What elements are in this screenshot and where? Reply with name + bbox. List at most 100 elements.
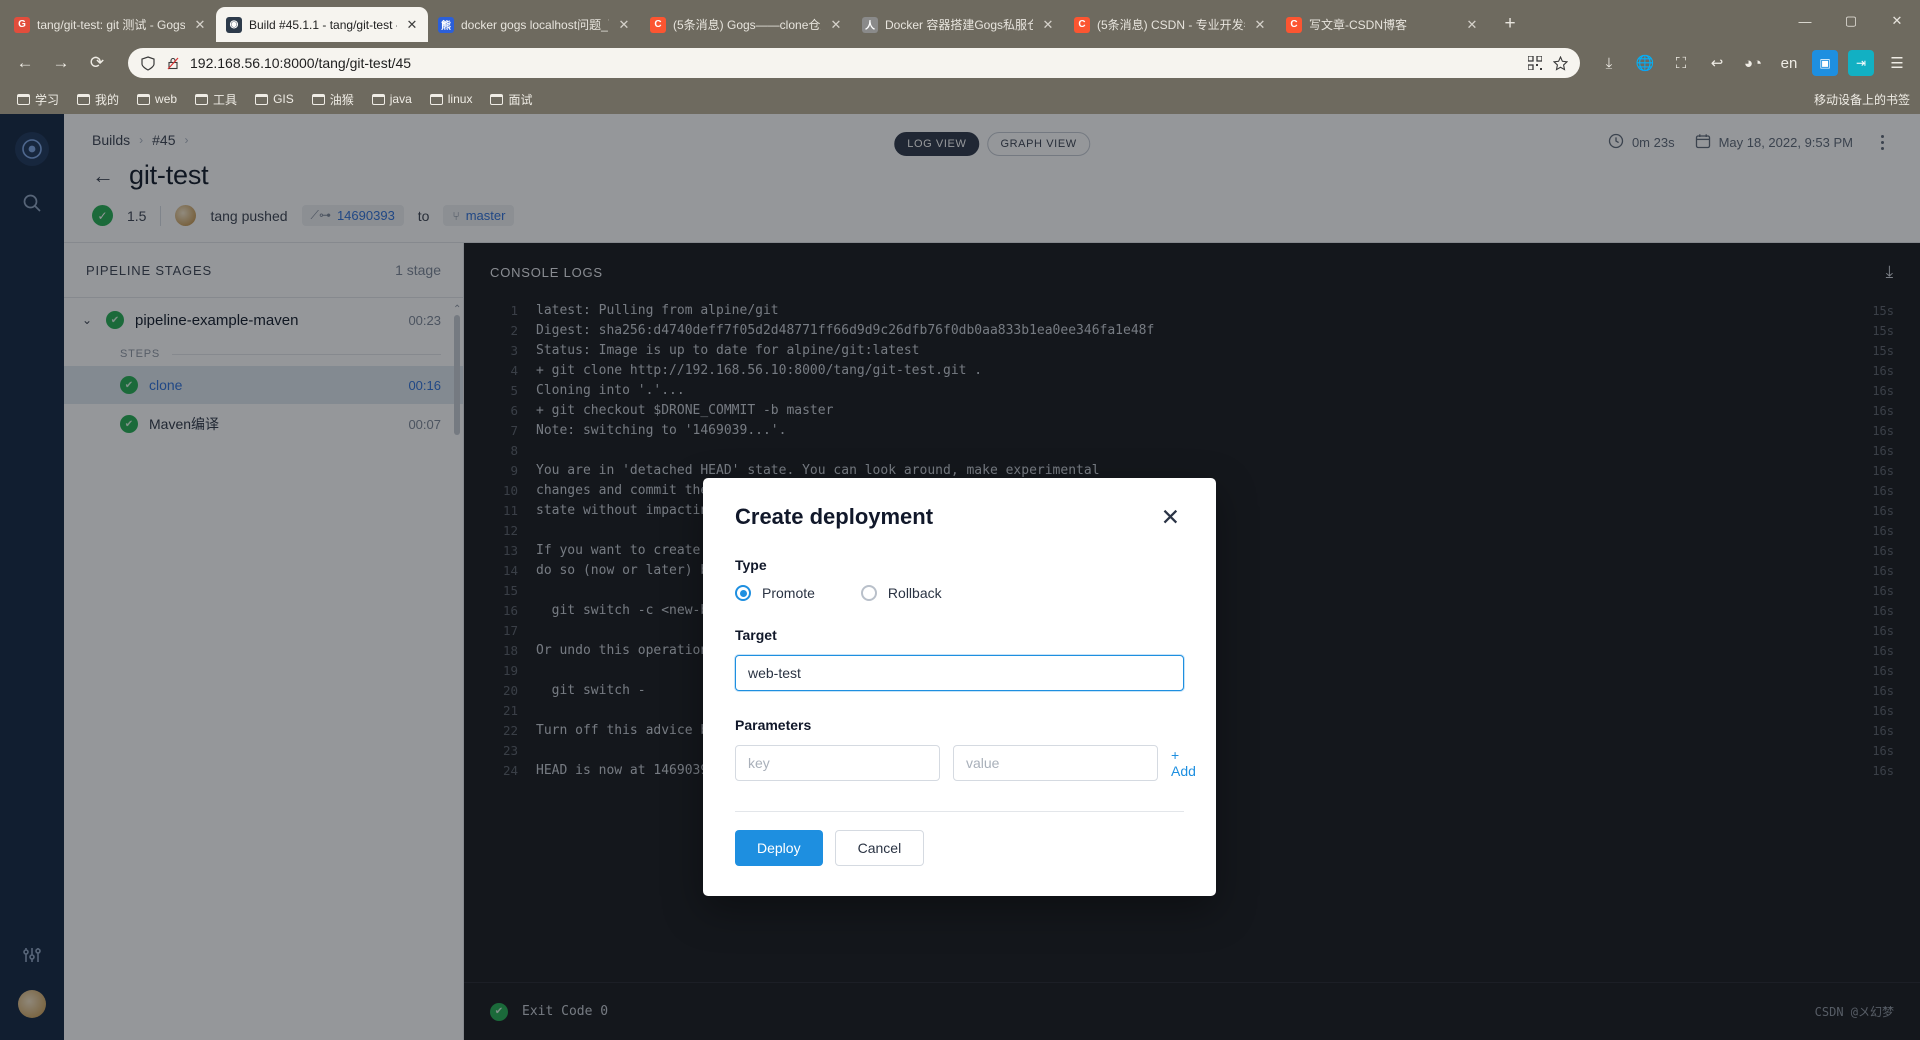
close-window-button[interactable]: ✕ (1874, 0, 1920, 42)
divider (735, 811, 1184, 812)
bookmark-item[interactable]: java (365, 89, 419, 109)
close-icon[interactable]: ✕ (1464, 17, 1480, 33)
bookmark-label: 学习 (35, 92, 60, 107)
bookmark-label: 我的 (95, 92, 120, 107)
doc-icon: 人 (862, 16, 878, 33)
close-icon[interactable]: ✕ (616, 17, 632, 33)
type-radio-group: Promote Rollback (735, 585, 1184, 601)
not-secure-icon[interactable] (165, 55, 181, 71)
folder-icon (77, 93, 91, 105)
back-icon[interactable]: ← (10, 48, 40, 78)
maximize-button[interactable]: ▢ (1828, 0, 1874, 42)
extension-blue-icon[interactable]: ▣ (1812, 50, 1838, 76)
radio-promote[interactable]: Promote (735, 585, 815, 601)
bookmark-item[interactable]: web (130, 89, 184, 109)
csdn-icon: C (650, 16, 666, 33)
shield-icon (140, 55, 156, 71)
reader-icon[interactable]: ◕◔ (1740, 50, 1766, 76)
dialog-title: Create deployment (735, 504, 934, 529)
bookmark-item[interactable]: 面试 (483, 88, 539, 111)
folder-icon (429, 93, 443, 105)
drone-app: Builds › #45 › ← git-test ✓ 1.5 tang pus… (0, 114, 1920, 1040)
drone-icon: ◉ (226, 16, 242, 33)
gogs-icon: G (14, 16, 30, 33)
type-label: Type (735, 557, 767, 573)
close-icon[interactable]: ✕ (404, 17, 420, 33)
menu-icon[interactable]: ☰ (1884, 50, 1910, 76)
minimize-button[interactable]: — (1782, 0, 1828, 42)
bookmark-label: web (155, 92, 178, 106)
download-icon[interactable]: ⤓ (1596, 50, 1622, 76)
undo-icon[interactable]: ↩ (1704, 50, 1730, 76)
tab-strip: G tang/git-test: git 测试 - Gogs ✕ ◉ Build… (0, 0, 1920, 42)
browser-tab-2[interactable]: 熊 docker gogs localhost问题_百 ✕ (428, 7, 640, 42)
reload-icon[interactable]: ⟳ (82, 48, 112, 78)
radio-unselected-icon[interactable] (860, 585, 877, 601)
bookmark-item[interactable]: 工具 (188, 88, 244, 111)
qr-code-icon[interactable] (1527, 55, 1543, 71)
browser-tab-1[interactable]: ◉ Build #45.1.1 - tang/git-test - ✕ (216, 7, 428, 42)
browser-tab-6[interactable]: C 写文章-CSDN博客 ✕ (1276, 7, 1488, 42)
tab-title: Docker 容器搭建Gogs私服仓库 (885, 18, 1033, 32)
radio-rollback-label: Rollback (887, 585, 942, 601)
close-icon[interactable]: ✕ (828, 17, 844, 33)
folder-icon (371, 93, 385, 105)
bookmark-label: 工具 (213, 92, 238, 107)
folder-icon (311, 93, 325, 105)
translate-icon[interactable]: 🌐 (1632, 50, 1658, 76)
parameter-key-input[interactable] (735, 745, 940, 781)
tab-title: docker gogs localhost问题_百 (461, 18, 609, 32)
forward-icon[interactable]: → (46, 48, 76, 78)
mobile-bookmarks-label: 移动设备上的书签 (1813, 92, 1910, 107)
tab-title: 写文章-CSDN博客 (1309, 18, 1407, 32)
close-icon[interactable]: ✕ (1040, 17, 1056, 33)
browser-tab-0[interactable]: G tang/git-test: git 测试 - Gogs ✕ (4, 7, 216, 42)
window-controls: — ▢ ✕ (1782, 0, 1920, 42)
address-bar[interactable]: 192.168.56.10:8000/tang/git-test/45 (128, 48, 1580, 78)
tab-title: tang/git-test: git 测试 - Gogs (37, 18, 185, 32)
bookmarks-bar: 学习 我的 web 工具 GIS 油猴 java linux 面试 移动设备上的… (0, 84, 1920, 114)
navigation-bar: ← → ⟳ 192.168.56.10:8000/tang/git-test/4… (0, 42, 1920, 84)
dialog-header: Create deployment ✕ (735, 504, 1184, 531)
close-icon[interactable]: ✕ (192, 17, 208, 33)
bookmark-item[interactable]: 我的 (70, 88, 126, 111)
folder-icon (195, 93, 209, 105)
tab-title: (5条消息) Gogs——clone仓库 (673, 18, 821, 32)
radio-rollback[interactable]: Rollback (860, 585, 942, 601)
bookmark-item[interactable]: 学习 (10, 88, 66, 111)
browser-tab-4[interactable]: 人 Docker 容器搭建Gogs私服仓库 ✕ (852, 7, 1064, 42)
csdn-icon: C (1286, 16, 1302, 33)
radio-selected-icon[interactable] (735, 585, 751, 601)
bookmark-item[interactable]: 油猴 (305, 88, 361, 111)
bookmark-star-icon[interactable] (1552, 55, 1568, 71)
baidu-icon: 熊 (438, 16, 454, 33)
parameter-row: + Add (735, 745, 1196, 781)
bookmark-item[interactable]: GIS (248, 89, 301, 109)
close-icon[interactable]: ✕ (1252, 17, 1268, 33)
bookmark-item[interactable]: linux (423, 89, 480, 109)
bookmark-label: 面试 (508, 92, 533, 107)
add-parameter-button[interactable]: + Add (1171, 747, 1196, 779)
dictionary-icon[interactable]: en (1776, 50, 1802, 76)
cancel-button[interactable]: Cancel (834, 830, 925, 866)
browser-tab-3[interactable]: C (5条消息) Gogs——clone仓库 ✕ (640, 7, 852, 42)
mobile-bookmarks-item[interactable]: 移动设备上的书签 (1809, 91, 1910, 108)
folder-icon (137, 93, 151, 105)
new-tab-button[interactable]: + (1496, 10, 1524, 38)
tab-title: (5条消息) CSDN - 专业开发者社 (1097, 18, 1245, 32)
close-icon[interactable]: ✕ (1157, 504, 1184, 531)
screenshot-icon[interactable]: ⛶ (1668, 50, 1694, 76)
radio-promote-label: Promote (762, 585, 815, 601)
type-field-group: Type Promote Rollback (735, 557, 1184, 601)
create-deployment-dialog: Create deployment ✕ Type Promote Rollbac… (703, 478, 1216, 896)
tab-title: Build #45.1.1 - tang/git-test - (249, 17, 397, 32)
parameters-field-group: Parameters + Add (735, 717, 1196, 781)
target-input[interactable] (735, 655, 1184, 691)
bookmark-label: GIS (273, 92, 294, 106)
browser-toolbar-icons: ⤓ 🌐 ⛶ ↩ ◕◔ en ▣ ⇥ ☰ (1596, 50, 1910, 76)
browser-tab-5[interactable]: C (5条消息) CSDN - 专业开发者社 ✕ (1064, 7, 1276, 42)
deploy-button[interactable]: Deploy (735, 830, 823, 866)
parameter-value-input[interactable] (953, 745, 1158, 781)
bookmark-label: linux (447, 92, 473, 106)
extension-teal-icon[interactable]: ⇥ (1848, 50, 1874, 76)
